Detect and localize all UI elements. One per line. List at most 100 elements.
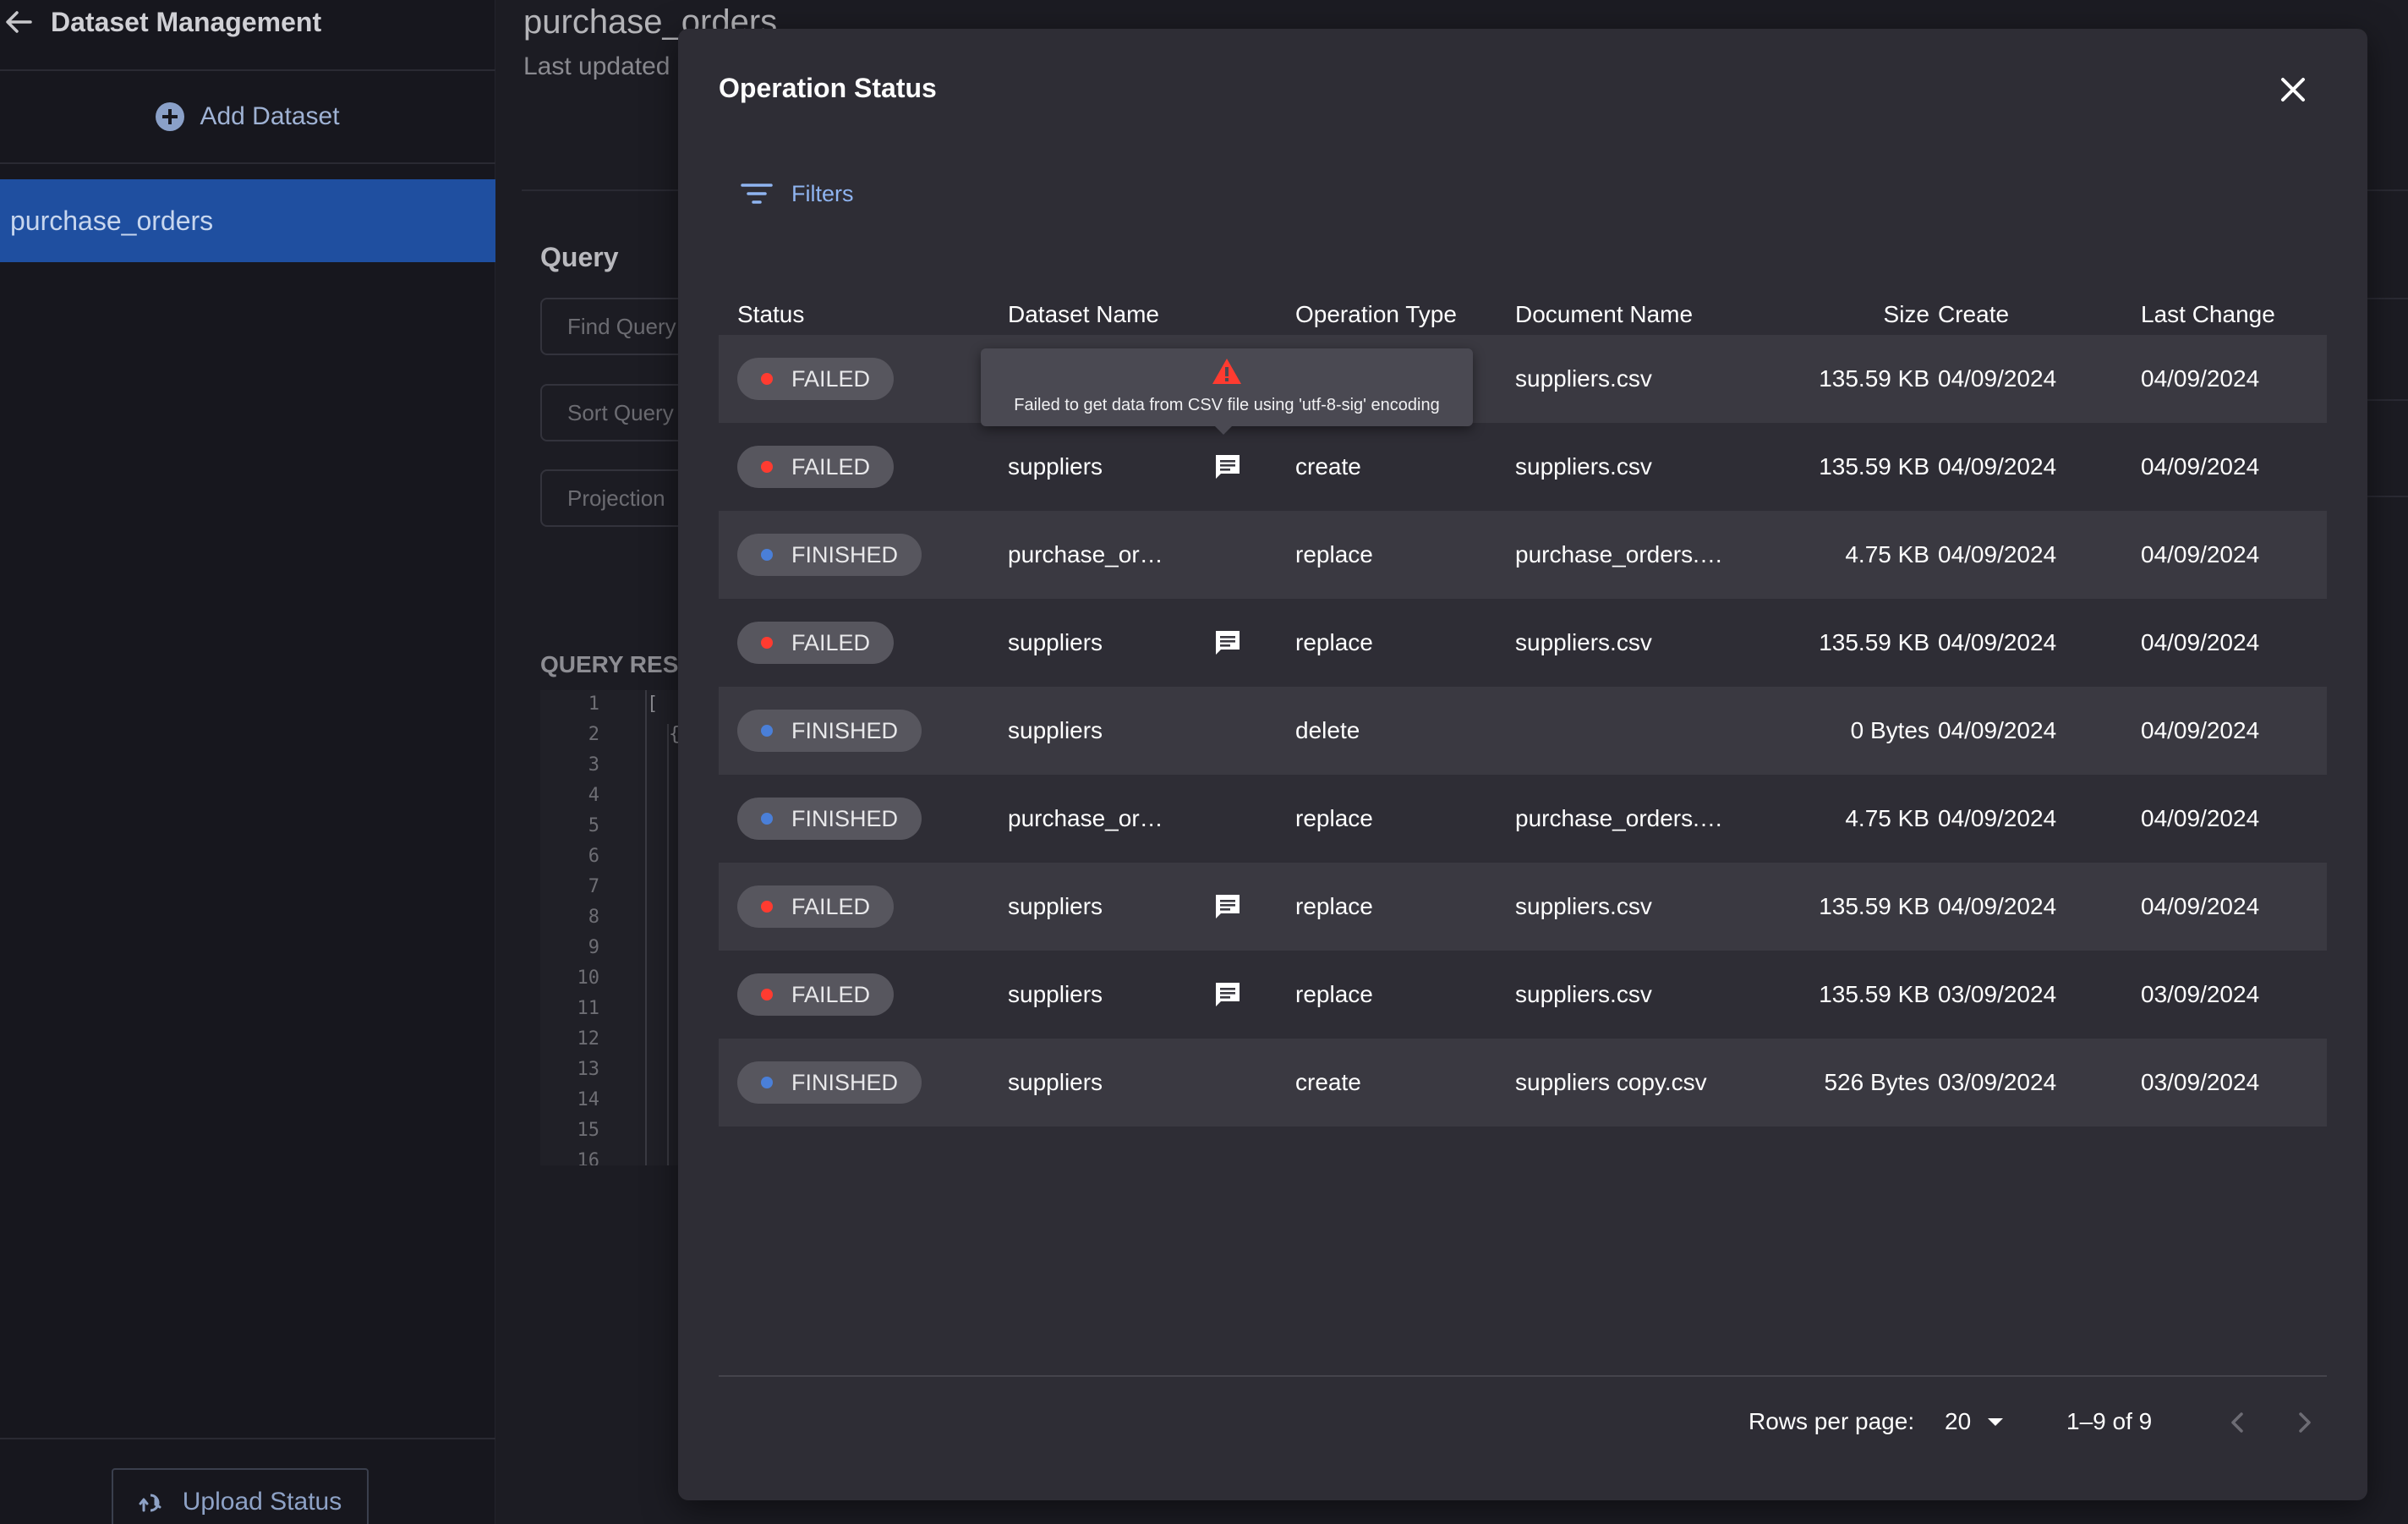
operation-status-dialog: Operation Status Filters Status Dataset … — [678, 29, 2367, 1500]
size-cell: 135.59 KB — [1819, 981, 1929, 1007]
last-change-cell: 04/09/2024 — [2141, 453, 2260, 480]
status-dot — [761, 725, 773, 737]
status-cell: FINISHED — [737, 1039, 922, 1127]
document-name-cell: suppliers.csv — [1515, 453, 1652, 480]
table-row[interactable]: FINISHED suppliers delete 0 Bytes 04/09/2024… — [719, 687, 2327, 775]
error-tooltip: Failed to get data from CSV file using '… — [981, 348, 1473, 426]
sidebar-item-purchase-orders[interactable]: purchase_orders — [0, 179, 495, 262]
status-text: FINISHED — [791, 541, 899, 567]
line-number: 8 — [588, 907, 599, 928]
column-header-dataset[interactable]: Dataset Name — [1008, 301, 1159, 328]
table-row[interactable]: FAILED suppliers.csv 135.59 KB 04/09/2024 04… — [719, 335, 2327, 423]
message-button[interactable] — [1212, 423, 1243, 511]
status-dot — [761, 901, 773, 913]
status-text: FAILED — [791, 365, 871, 392]
operation-type-cell: replace — [1295, 541, 1373, 567]
last-change-cell: 04/09/2024 — [2141, 541, 2260, 567]
status-cell: FAILED — [737, 423, 895, 511]
document-name-cell: suppliers copy.csv — [1515, 1069, 1707, 1095]
status-dot — [761, 461, 773, 473]
table-row[interactable]: FAILED suppliers replace suppliers.csv 135.5… — [719, 951, 2327, 1039]
filters-label: Filters — [791, 180, 854, 206]
operation-type-cell: replace — [1295, 981, 1373, 1007]
table-row[interactable]: FINISHED purchase_or… replace purchase_orde… — [719, 511, 2327, 599]
chevron-left-icon[interactable] — [2220, 1406, 2254, 1439]
table-row[interactable]: FINISHED suppliers create suppliers copy.cs… — [719, 1039, 2327, 1127]
last-change-cell: 04/09/2024 — [2141, 365, 2260, 392]
message-button[interactable] — [1212, 599, 1243, 687]
page-subtitle: Last updated — [523, 52, 670, 80]
tooltip-arrow — [1215, 426, 1232, 435]
line-number: 7 — [588, 876, 599, 897]
dataset-name-cell: purchase_or… — [1008, 541, 1163, 567]
filters-button[interactable]: Filters — [741, 173, 854, 215]
line-number: 2 — [588, 724, 599, 745]
column-header-status[interactable]: Status — [737, 301, 804, 328]
table-row[interactable]: FINISHED purchase_or… replace purchase_orde… — [719, 775, 2327, 863]
status-dot — [761, 637, 773, 649]
status-badge: FAILED — [737, 622, 895, 664]
message-icon — [1216, 895, 1240, 918]
status-cell: FAILED — [737, 951, 895, 1039]
code-guide — [645, 690, 647, 1165]
code-guide — [667, 724, 669, 1165]
status-text: FINISHED — [791, 1069, 899, 1095]
status-dot — [761, 373, 773, 385]
message-button[interactable] — [1212, 951, 1243, 1039]
add-dataset-button[interactable]: Add Dataset — [0, 71, 495, 164]
document-name-cell: purchase_orders.… — [1515, 805, 1723, 831]
close-icon[interactable] — [2276, 73, 2310, 107]
dataset-name-cell: suppliers — [1008, 453, 1103, 480]
message-button[interactable] — [1212, 863, 1243, 951]
status-badge: FAILED — [737, 446, 895, 488]
create-date-cell: 04/09/2024 — [1938, 893, 2057, 919]
last-change-cell: 04/09/2024 — [2141, 717, 2260, 743]
upload-status-button[interactable]: Upload Status — [112, 1468, 369, 1524]
size-cell: 135.59 KB — [1819, 629, 1929, 655]
create-date-cell: 04/09/2024 — [1938, 717, 2057, 743]
status-badge: FAILED — [737, 973, 895, 1016]
size-cell: 135.59 KB — [1819, 893, 1929, 919]
create-date-cell: 04/09/2024 — [1938, 365, 2057, 392]
column-header-size[interactable]: Size — [1825, 301, 1929, 328]
status-badge: FINISHED — [737, 798, 922, 840]
dataset-name-cell: suppliers — [1008, 717, 1103, 743]
table-row[interactable]: FAILED suppliers create suppliers.csv 135.59… — [719, 423, 2327, 511]
create-date-cell: 04/09/2024 — [1938, 453, 2057, 480]
operation-type-cell: create — [1295, 1069, 1361, 1095]
line-number: 5 — [588, 815, 599, 836]
line-number: 11 — [577, 998, 600, 1019]
dialog-title: Operation Status — [719, 73, 937, 103]
operation-type-cell: create — [1295, 453, 1361, 480]
create-date-cell: 03/09/2024 — [1938, 1069, 2057, 1095]
line-number: 16 — [577, 1150, 600, 1165]
column-header-document[interactable]: Document Name — [1515, 301, 1693, 328]
column-header-operation[interactable]: Operation Type — [1295, 301, 1457, 328]
line-number: 4 — [588, 785, 599, 806]
line-number: 12 — [577, 1028, 600, 1050]
upload-status-icon — [139, 1494, 161, 1512]
last-change-cell: 04/09/2024 — [2141, 629, 2260, 655]
size-cell: 0 Bytes — [1850, 717, 1929, 743]
column-header-last-change[interactable]: Last Change — [2141, 301, 2275, 328]
tooltip-text: Failed to get data from CSV file using '… — [1014, 396, 1440, 414]
table-row[interactable]: FAILED suppliers replace suppliers.csv 135.5… — [719, 599, 2327, 687]
dataset-name-cell: purchase_or… — [1008, 805, 1163, 831]
query-section-title: Query — [540, 242, 619, 272]
dataset-name-cell: suppliers — [1008, 1069, 1103, 1095]
status-text: FINISHED — [791, 717, 899, 743]
create-date-cell: 04/09/2024 — [1938, 541, 2057, 567]
chevron-right-icon[interactable] — [2288, 1406, 2322, 1439]
table-row[interactable]: FAILED suppliers replace suppliers.csv 135.5… — [719, 863, 2327, 951]
status-dot — [761, 1077, 773, 1088]
rows-per-page-value: 20 — [1945, 1408, 1972, 1434]
column-header-create[interactable]: Create — [1938, 301, 2009, 328]
status-dot — [761, 813, 773, 825]
caret-down-icon — [1988, 1417, 2004, 1426]
sidebar: Dataset Management Add Dataset purchase_… — [0, 0, 495, 1524]
dataset-name-cell: suppliers — [1008, 981, 1103, 1007]
create-date-cell: 04/09/2024 — [1938, 805, 2057, 831]
rows-per-page-select[interactable]: 20 — [1945, 1390, 2004, 1453]
arrow-left-icon[interactable] — [2, 5, 36, 39]
code-text: [ — [647, 693, 659, 715]
